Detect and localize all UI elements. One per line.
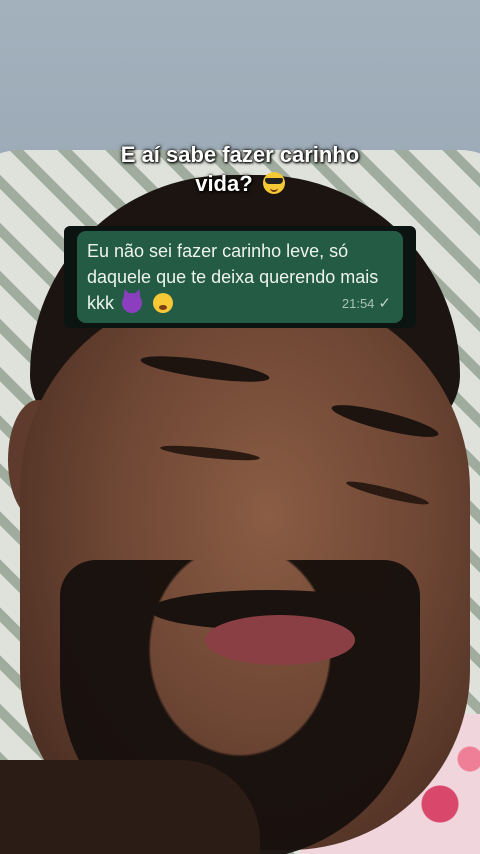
- face-exhaling-icon: [153, 293, 174, 313]
- smiling-devil-icon: [122, 293, 143, 313]
- caption-line-1: E aí sabe fazer carinho: [120, 142, 360, 167]
- smiling-face-with-sunglasses-icon: [262, 172, 285, 194]
- message-meta: 21:54 ✓: [342, 291, 391, 317]
- chat-message-bubble: Eu não sei fazer carinho leve, só daquel…: [77, 231, 403, 323]
- caption-line-2: vida?: [195, 171, 253, 196]
- neck: [0, 760, 260, 854]
- caption-overlay: E aí sabe fazer carinho vida?: [90, 140, 390, 198]
- check-icon: ✓: [378, 295, 391, 312]
- lips: [205, 615, 355, 665]
- background-photo: [0, 0, 480, 854]
- message-time: 21:54: [341, 296, 375, 311]
